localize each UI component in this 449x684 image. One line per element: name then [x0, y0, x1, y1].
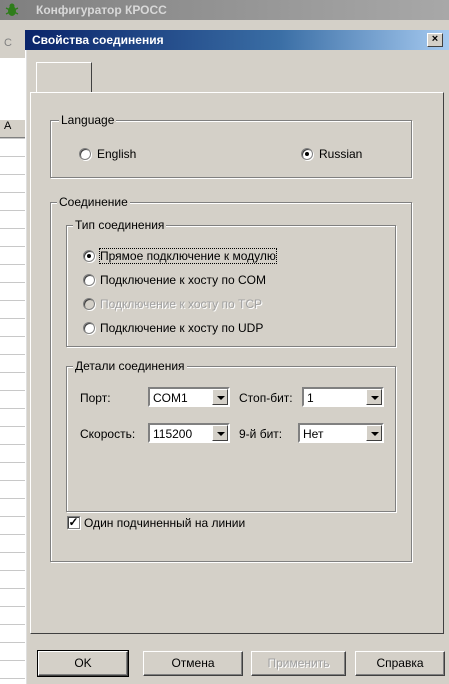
- grid-row-line: [0, 480, 26, 481]
- grid-row-line: [0, 462, 26, 463]
- host-tcp-label: Подключение к хосту по TCP: [100, 297, 263, 311]
- cancel-button[interactable]: Отмена: [143, 651, 243, 676]
- grid-row-line: [0, 624, 26, 625]
- grid-row-line: [0, 552, 26, 553]
- grid-row-line: [0, 336, 26, 337]
- port-value: COM1: [153, 391, 188, 405]
- grid-row-line: [0, 318, 26, 319]
- grid-row-line: [0, 426, 26, 427]
- direct-module-radio[interactable]: [83, 250, 95, 262]
- grid-row-line: [0, 210, 26, 211]
- help-button[interactable]: Справка: [355, 651, 445, 676]
- grid-row-line: [0, 642, 26, 643]
- host-tcp-radio: [83, 298, 95, 310]
- connection-details-legend: Детали соединения: [73, 359, 187, 373]
- host-udp-radio[interactable]: [83, 322, 95, 334]
- grid-row-line: [0, 372, 26, 373]
- grid-row-line: [0, 408, 26, 409]
- port-select[interactable]: COM1: [148, 387, 230, 407]
- close-button[interactable]: ×: [427, 33, 443, 47]
- grid-row-line: [0, 498, 26, 499]
- grid-row-line: [0, 678, 26, 679]
- single-slave-checkbox[interactable]: ✓: [67, 516, 80, 529]
- grid-row-line: [0, 516, 26, 517]
- russian-radio[interactable]: [301, 148, 313, 160]
- grid-row-line: [0, 534, 26, 535]
- grid-row-line: [0, 606, 26, 607]
- main-grid-column-header: А: [0, 120, 26, 138]
- dialog-title: Свойства соединения: [32, 33, 164, 47]
- chevron-down-icon[interactable]: [212, 425, 228, 441]
- main-menu-item[interactable]: С: [4, 37, 12, 49]
- connection-legend: Соединение: [57, 195, 130, 209]
- apply-button: Применить: [251, 651, 346, 676]
- grid-row-line: [0, 354, 26, 355]
- ninth-bit-select[interactable]: Нет: [298, 423, 384, 443]
- english-label[interactable]: English: [97, 147, 136, 161]
- main-window-title: Конфигуратор КРОСС: [36, 3, 167, 17]
- ok-button[interactable]: OK: [37, 650, 129, 677]
- stopbits-value: 1: [307, 391, 314, 405]
- stopbits-select[interactable]: 1: [302, 387, 384, 407]
- chevron-down-icon[interactable]: [212, 389, 228, 405]
- chevron-down-icon[interactable]: [366, 425, 382, 441]
- grid-row-line: [0, 282, 26, 283]
- grid-row-line: [0, 138, 26, 139]
- tab-connection[interactable]: [36, 62, 92, 92]
- close-icon: ×: [431, 33, 439, 45]
- direct-module-label[interactable]: Прямое подключение к модулю: [99, 248, 277, 264]
- single-slave-label[interactable]: Один подчиненный на линии: [84, 516, 245, 530]
- grid-row-line: [0, 570, 26, 571]
- host-com-label[interactable]: Подключение к хосту по COM: [100, 273, 266, 287]
- host-udp-label[interactable]: Подключение к хосту по UDP: [100, 321, 263, 335]
- russian-label[interactable]: Russian: [319, 147, 362, 161]
- speed-label: Скорость:: [80, 427, 136, 441]
- grid-row-line: [0, 192, 26, 193]
- grid-row-line: [0, 228, 26, 229]
- grid-row-line: [0, 660, 26, 661]
- grid-row-line: [0, 156, 26, 157]
- grid-row-line: [0, 174, 26, 175]
- connection-type-legend: Тип соединения: [73, 218, 167, 232]
- main-grid-strip: [0, 58, 27, 684]
- grid-row-line: [0, 300, 26, 301]
- chevron-down-icon[interactable]: [366, 389, 382, 405]
- port-label: Порт:: [80, 391, 111, 405]
- grid-row-line: [0, 264, 26, 265]
- ninth-bit-value: Нет: [303, 427, 324, 441]
- speed-select[interactable]: 115200: [148, 423, 230, 443]
- ninth-bit-label: 9-й бит:: [239, 427, 283, 441]
- grid-row-line: [0, 444, 26, 445]
- speed-value: 115200: [153, 427, 193, 441]
- language-legend: Language: [59, 113, 117, 127]
- checkmark-icon: ✓: [68, 515, 79, 529]
- grid-row-line: [0, 246, 26, 247]
- english-radio[interactable]: [79, 148, 91, 160]
- host-com-radio[interactable]: [83, 274, 95, 286]
- grid-row-line: [0, 588, 26, 589]
- grid-row-line: [0, 390, 26, 391]
- stopbits-label: Стоп-бит:: [239, 391, 293, 405]
- app-bug-icon: [5, 3, 19, 16]
